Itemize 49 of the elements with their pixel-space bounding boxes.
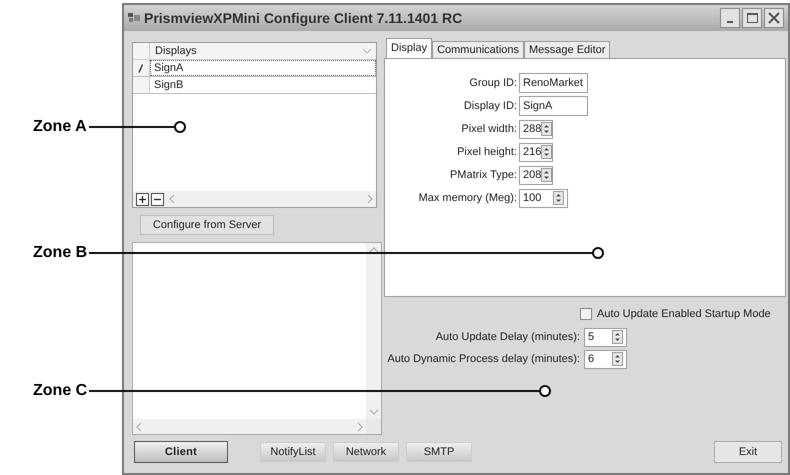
- maximize-button[interactable]: [742, 8, 762, 28]
- field-label: Auto Dynamic Process delay (minutes):: [386, 352, 581, 367]
- callout-label: Zone C: [33, 381, 88, 401]
- minimize-button[interactable]: [720, 8, 740, 28]
- checkbox-label: Auto Update Enabled Startup Mode: [597, 307, 771, 322]
- checkbox[interactable]: [580, 308, 592, 320]
- spinner-icon[interactable]: [612, 330, 623, 344]
- row-header[interactable]: [133, 60, 150, 76]
- field-label: Display ID:: [462, 98, 518, 114]
- number-field[interactable]: 5: [584, 328, 627, 346]
- exit-button[interactable]: Exit: [714, 441, 782, 463]
- field-label: Auto Update Delay (minutes):: [434, 330, 581, 345]
- spinner-icon[interactable]: [612, 352, 623, 366]
- tab[interactable]: Display: [386, 38, 432, 58]
- configure-button[interactable]: Configure from Server: [140, 215, 274, 235]
- spinner-icon[interactable]: [541, 168, 552, 182]
- number-field[interactable]: 208: [519, 166, 553, 184]
- number-field[interactable]: 6: [584, 350, 627, 368]
- number-field[interactable]: 100: [519, 188, 568, 208]
- field-label: Max memory (Meg):: [418, 190, 518, 206]
- vertical-scrollbar[interactable]: [366, 243, 381, 419]
- remove-button[interactable]: [151, 192, 164, 206]
- nav-button[interactable]: SMTP: [406, 442, 472, 462]
- close-button[interactable]: [764, 8, 784, 28]
- app-icon: [128, 13, 140, 23]
- field-label: Pixel width:: [460, 122, 518, 137]
- spinner-icon[interactable]: [541, 145, 552, 159]
- plus-icon: [138, 194, 147, 204]
- spinner-icon[interactable]: [541, 122, 552, 136]
- text-field[interactable]: SignA: [519, 96, 588, 116]
- tab[interactable]: Message Editor: [524, 41, 610, 58]
- display-row[interactable]: SignA: [150, 60, 376, 76]
- field-label: PMatrix Type:: [448, 168, 518, 183]
- field-label: Pixel height:: [456, 144, 518, 160]
- spinner-icon[interactable]: [553, 191, 564, 205]
- callout-label: Zone A: [33, 117, 87, 137]
- nav-button[interactable]: Network: [333, 442, 399, 462]
- callout-label: Zone B: [33, 243, 88, 263]
- text-field[interactable]: RenoMarket: [519, 73, 588, 93]
- number-field[interactable]: 288: [519, 120, 553, 138]
- nav-button[interactable]: Client: [134, 441, 228, 463]
- window-title: PrismviewXPMini Configure Client 7.11.1401 RC: [144, 8, 462, 28]
- add-button[interactable]: [136, 192, 149, 206]
- nav-button[interactable]: NotifyList: [260, 442, 326, 462]
- display-row[interactable]: SignB: [150, 77, 376, 93]
- field-label: Group ID:: [468, 76, 518, 91]
- number-field[interactable]: 216: [519, 142, 553, 162]
- tab[interactable]: Communications: [432, 41, 524, 58]
- scrollbar-corner: [366, 419, 381, 434]
